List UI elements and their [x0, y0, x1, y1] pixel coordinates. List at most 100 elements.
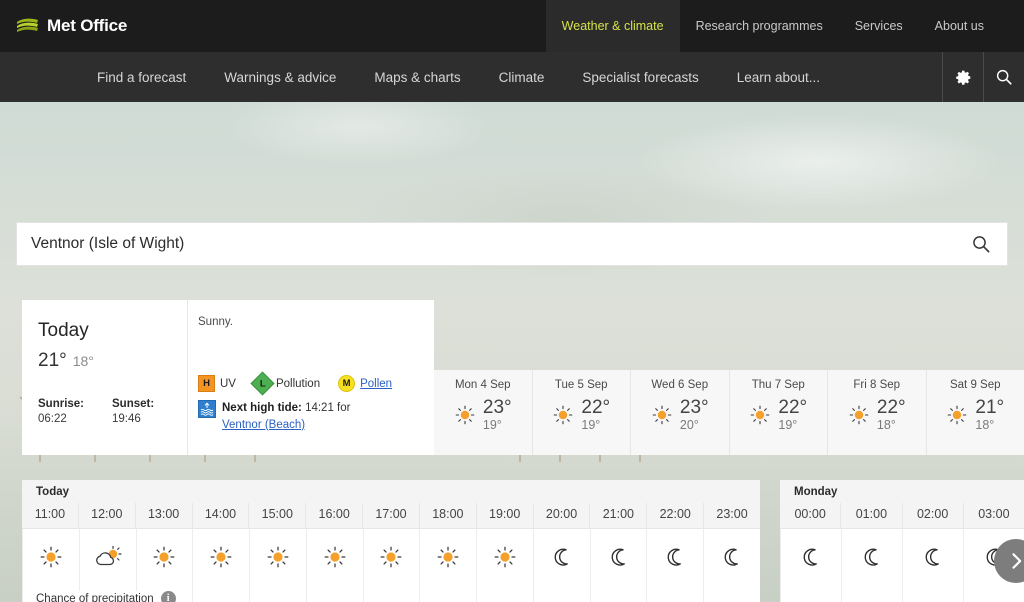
sunset-value: 19:46	[112, 413, 141, 425]
week-day-temps: 22° 19°	[778, 398, 807, 432]
sunny-icon	[652, 405, 672, 425]
subnav-item-maps-charts[interactable]: Maps & charts	[355, 52, 479, 102]
sunrise-block: Sunrise: 06:22	[38, 398, 84, 425]
week-day-body: 23° 20°	[651, 398, 709, 432]
today-max-temp: 21°	[38, 350, 67, 371]
sunny-icon	[948, 405, 967, 425]
hourly-time-cell: 21:00	[589, 503, 646, 528]
precipitation-info-icon[interactable]: i	[160, 591, 176, 602]
subnav-item-learn-about[interactable]: Learn about...	[718, 52, 839, 102]
weekly-forecast-strip: Mon 4 Sep 23° 19° Tue 5 Sep 22° 19° Wed …	[434, 370, 1024, 455]
subnav-item-find-a-forecast[interactable]: Find a forecast	[78, 52, 205, 102]
hourly-weather-icon-slot	[193, 529, 249, 585]
hourly-precipitation-value: <5%	[647, 585, 703, 602]
week-day-max: 22°	[581, 397, 611, 418]
hourly-next-day-label: Monday	[794, 486, 838, 498]
week-day-card[interactable]: Fri 8 Sep 22° 18°	[827, 370, 926, 455]
sunrise-value: 06:22	[38, 413, 67, 425]
hourly-weather-icon-slot	[420, 529, 476, 585]
sunset-label: Sunset:	[112, 398, 155, 410]
hourly-column: <5%20°	[419, 529, 476, 602]
topnav-item-research-programmes[interactable]: Research programmes	[680, 0, 839, 52]
week-day-body: 22° 18°	[848, 398, 906, 432]
week-day-name: Thu 7 Sep	[751, 379, 805, 391]
week-day-min: 19°	[581, 417, 601, 432]
precipitation-label-text: Chance of precipitation	[36, 592, 154, 602]
hourly-precipitation-value: <5%	[364, 585, 420, 602]
hourly-weather-icon-slot	[591, 529, 647, 585]
location-search-box[interactable]	[16, 222, 1008, 266]
environment-indicators: H UV L Pollution M Pollen	[198, 371, 404, 396]
subnav-item-warnings-advice[interactable]: Warnings & advice	[205, 52, 355, 102]
hero-sky-background	[0, 102, 1024, 302]
tide-location-link[interactable]: Ventnor (Beach)	[222, 417, 350, 434]
partly-cloudy-icon	[95, 545, 122, 566]
hourly-column: <5%20°	[589, 529, 647, 602]
top-header-bar: Met Office Weather & climate Research pr…	[0, 0, 1024, 52]
sunny-icon	[324, 546, 346, 568]
hourly-forecast-section: Today 11:00 12:00 13:00 14:00 15:00 16:00 17:0…	[22, 480, 1024, 602]
hourly-precipitation-value: <5%	[420, 585, 476, 602]
week-day-name: Wed 6 Sep	[651, 379, 709, 391]
pollution-label: Pollution	[275, 377, 321, 390]
hourly-next-header: Monday 00:00 01:00 02:00 03:00	[780, 480, 1024, 529]
hourly-precipitation-value: <5%	[307, 585, 363, 602]
sunny-icon	[751, 405, 770, 425]
topnav-item-weather-climate[interactable]: Weather & climate	[545, 0, 680, 52]
hourly-weather-icon-slot	[137, 529, 193, 585]
week-day-card[interactable]: Wed 6 Sep 23° 20°	[630, 370, 729, 455]
brand-logo-link[interactable]: Met Office	[0, 0, 127, 52]
sunset-block: Sunset: 19:46	[112, 398, 154, 425]
hourly-column: <5%20°	[646, 529, 703, 602]
clear-night-icon	[611, 548, 625, 566]
week-day-temps: 23° 19°	[483, 398, 512, 432]
hourly-precipitation-value: <5%	[534, 585, 590, 602]
brand-name: Met Office	[47, 16, 128, 35]
week-day-card[interactable]: Thu 7 Sep 22° 19°	[728, 370, 828, 455]
sunny-icon	[40, 546, 62, 568]
today-min-temp: 18°	[72, 353, 94, 369]
search-button[interactable]	[983, 52, 1024, 102]
week-day-body: 22° 19°	[749, 398, 807, 432]
hourly-time-cell: 03:00	[962, 503, 1024, 528]
hourly-next-columns: <5%19°<5%19°<5%19°<5%19°	[780, 529, 1024, 602]
hourly-column: <5%20°	[305, 529, 363, 602]
hourly-next-time-row: 00:00 01:00 02:00 03:00	[780, 503, 1024, 529]
clear-night-icon	[554, 548, 568, 566]
tide-info: Next high tide: 14:21 for Ventnor (Beach…	[198, 400, 350, 433]
topnav-item-about-us[interactable]: About us	[919, 0, 1000, 52]
tide-label: Next high tide:	[222, 402, 302, 414]
hourly-time-cell: 01:00	[840, 503, 901, 528]
week-day-card[interactable]: Tue 5 Sep 22° 19°	[531, 370, 631, 455]
sunny-icon	[849, 405, 869, 425]
search-submit-button[interactable]	[969, 234, 993, 254]
hourly-panel-next-day: Monday 00:0001:0002:0003:00 <5%19°<5%19°…	[780, 480, 1024, 602]
search-icon	[996, 69, 1012, 85]
week-day-card[interactable]: Sat 9 Sep 21° 18°	[925, 370, 1024, 455]
sunrise-sunset-row: Sunrise: 06:22 Sunset: 19:46	[38, 398, 187, 425]
search-icon	[973, 236, 990, 253]
hourly-column: <5%19°	[780, 529, 841, 602]
pollen-link[interactable]: Pollen	[360, 378, 392, 390]
sunny-icon	[381, 546, 402, 568]
week-day-min: 19°	[778, 417, 798, 432]
week-day-card[interactable]: Mon 4 Sep 23° 19°	[434, 370, 532, 455]
tide-time: 14:21 for	[301, 402, 351, 414]
subnav-item-specialist-forecasts[interactable]: Specialist forecasts	[563, 52, 717, 102]
clear-night-icon	[925, 548, 939, 566]
hourly-column: <5%20°	[476, 529, 533, 602]
today-overview: Today 21° 18° Sunrise: 06:22 Sunset: 19:…	[22, 300, 187, 455]
hourly-time-cell: 02:00	[901, 503, 963, 528]
week-day-name: Fri 8 Sep	[853, 379, 901, 391]
week-day-max: 22°	[778, 397, 808, 418]
settings-button[interactable]	[942, 52, 983, 102]
week-day-min: 18°	[975, 417, 995, 432]
subnav-item-climate[interactable]: Climate	[480, 52, 564, 102]
chevron-right-icon	[1012, 553, 1022, 569]
week-day-name: Mon 4 Sep	[454, 379, 511, 391]
pollution-indicator: L Pollution	[250, 371, 321, 396]
location-search-input[interactable]	[31, 235, 969, 253]
topnav-item-services[interactable]: Services	[839, 0, 919, 52]
hourly-precipitation-value: <5%	[781, 585, 841, 602]
hourly-column: <5%20°	[362, 529, 420, 602]
